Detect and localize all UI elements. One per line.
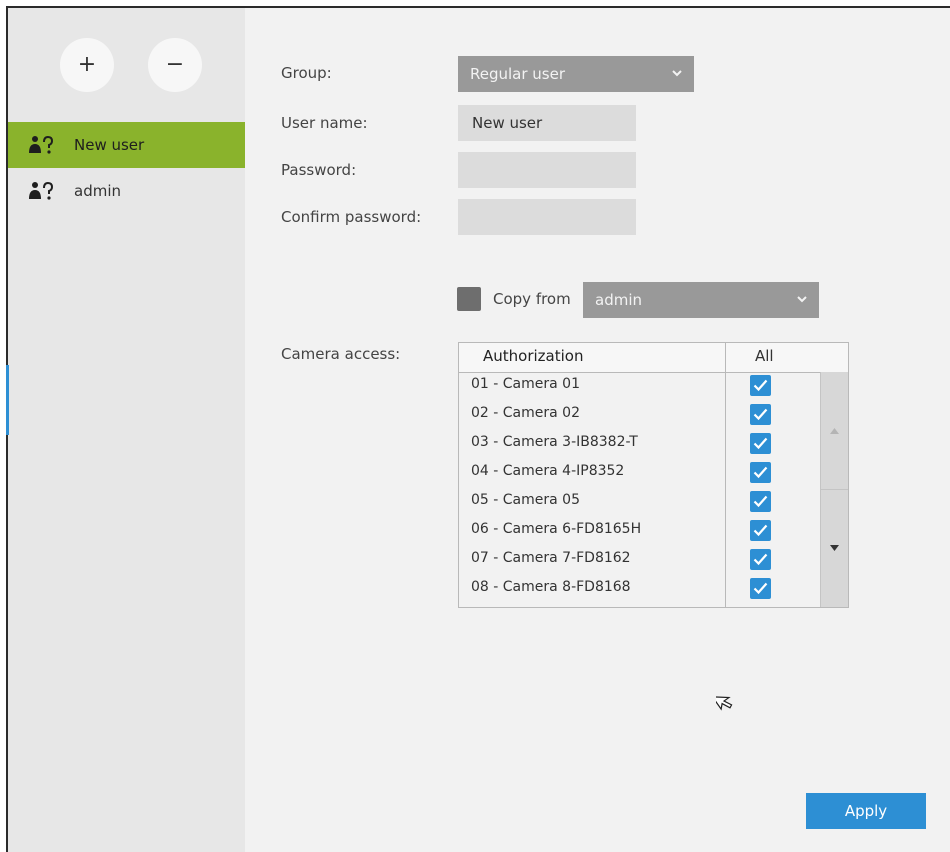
camera-name: 08 - Camera 8-FD8168 <box>471 579 631 595</box>
table-row: 02 - Camera 02 <box>459 401 819 430</box>
triangle-down-icon <box>830 545 839 551</box>
check-icon <box>753 553 768 566</box>
camera-name: 01 - Camera 01 <box>471 376 580 392</box>
table-row: 05 - Camera 05 <box>459 488 819 517</box>
camera-access-checkbox[interactable] <box>750 520 771 541</box>
camera-access-checkbox[interactable] <box>750 433 771 454</box>
camera-access-checkbox[interactable] <box>750 578 771 599</box>
confirm-password-input[interactable] <box>458 199 636 235</box>
check-icon <box>753 437 768 450</box>
user-list-item-new-user[interactable]: New user <box>8 122 245 168</box>
plus-icon: + <box>77 52 97 77</box>
scroll-down-button[interactable] <box>821 490 848 607</box>
confirm-password-label: Confirm password: <box>281 208 422 226</box>
check-icon <box>753 408 768 421</box>
remove-user-button[interactable]: − <box>148 38 202 92</box>
camera-name: 05 - Camera 05 <box>471 492 580 508</box>
check-icon <box>753 524 768 537</box>
check-icon <box>753 466 768 479</box>
minus-icon: − <box>165 52 185 77</box>
password-input[interactable] <box>458 152 636 188</box>
group-select[interactable]: Regular user <box>458 56 694 92</box>
group-label: Group: <box>281 64 332 82</box>
camera-access-label: Camera access: <box>281 345 401 363</box>
user-key-icon <box>29 181 54 200</box>
table-row: 07 - Camera 7-FD8162 <box>459 546 819 575</box>
check-icon <box>753 582 768 595</box>
table-row: 06 - Camera 6-FD8165H <box>459 517 819 546</box>
camera-access-checkbox[interactable] <box>750 375 771 396</box>
copy-from-select[interactable]: admin <box>583 282 819 318</box>
check-icon <box>753 379 768 392</box>
camera-access-checkbox[interactable] <box>750 491 771 512</box>
table-row: 03 - Camera 3-IB8382-T <box>459 430 819 459</box>
camera-access-checkbox[interactable] <box>750 462 771 483</box>
copy-from-label: Copy from <box>493 290 571 308</box>
camera-access-table: Authorization All 01 - Camera 01 02 - Ca… <box>458 342 849 608</box>
chevron-down-icon <box>672 70 682 77</box>
all-column-header[interactable]: All <box>755 347 774 365</box>
apply-button[interactable]: Apply <box>806 793 926 829</box>
add-user-button[interactable]: + <box>60 38 114 92</box>
camera-name: 07 - Camera 7-FD8162 <box>471 550 631 566</box>
camera-name: 06 - Camera 6-FD8165H <box>471 521 642 537</box>
camera-name: 02 - Camera 02 <box>471 405 580 421</box>
camera-name: 03 - Camera 3-IB8382-T <box>471 434 638 450</box>
scroll-up-button[interactable] <box>821 372 848 490</box>
camera-access-checkbox[interactable] <box>750 549 771 570</box>
camera-access-checkbox[interactable] <box>750 404 771 425</box>
table-scrollbar[interactable] <box>820 372 848 607</box>
focus-marker <box>6 365 9 435</box>
camera-name: 04 - Camera 4-IP8352 <box>471 463 625 479</box>
password-label: Password: <box>281 161 357 179</box>
copy-from-checkbox[interactable] <box>457 287 481 311</box>
check-icon <box>753 495 768 508</box>
table-row: 04 - Camera 4-IP8352 <box>459 459 819 488</box>
username-label: User name: <box>281 114 368 132</box>
user-list-item-label: admin <box>74 182 121 200</box>
user-key-icon <box>29 135 54 154</box>
mouse-cursor-icon <box>716 696 733 711</box>
triangle-up-icon <box>830 428 839 434</box>
table-header: Authorization All <box>459 343 848 373</box>
user-list-item-admin[interactable]: admin <box>8 168 245 214</box>
username-input[interactable] <box>458 105 636 141</box>
group-select-value: Regular user <box>470 65 566 83</box>
table-row: 08 - Camera 8-FD8168 <box>459 575 819 604</box>
table-row: 01 - Camera 01 <box>459 372 819 401</box>
copy-from-select-value: admin <box>595 291 642 309</box>
authorization-column-header: Authorization <box>483 347 584 365</box>
user-list-item-label: New user <box>74 136 145 154</box>
chevron-down-icon <box>797 296 807 303</box>
